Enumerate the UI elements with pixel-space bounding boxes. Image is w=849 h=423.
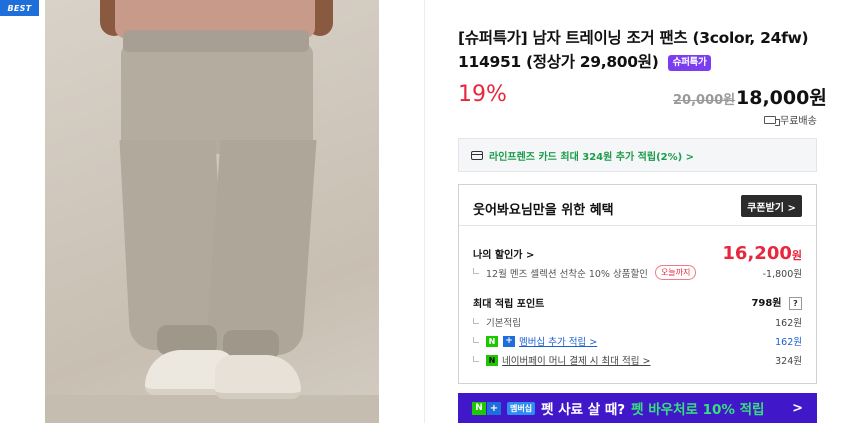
basic-points-label-wrap: 기본적립: [473, 315, 521, 329]
shipping-info: 무료배송: [764, 112, 817, 127]
my-price-unit: 원: [791, 249, 802, 262]
points-value-wrap: 798원 ?: [751, 294, 802, 310]
product-title-text: [슈퍼특가] 남자 트레이닝 조거 팬츠 (3color, 24fw) 1149…: [458, 29, 809, 71]
my-price-value: 16,200원: [722, 243, 802, 264]
banner-text-green: 펫 바우처로 10% 적립: [631, 402, 765, 418]
discount-note: 12월 멘즈 셀렉션 선착순 10% 상품할인 오늘까지: [473, 265, 697, 280]
npay-points-value: 324원: [775, 356, 802, 367]
basic-points-label: 기본적립: [486, 318, 521, 329]
npay-points-label-wrap: N 네이버페이 머니 결제 시 최대 적립 >: [473, 353, 650, 367]
credit-card-icon: [471, 150, 483, 160]
card-promo-text: 라인프렌즈 카드 최대 324원 추가 적립(2%) >: [489, 151, 695, 163]
banner-text-white: 펫 사료 살 때?: [541, 402, 626, 418]
original-price: 20,000원: [673, 93, 736, 108]
help-icon[interactable]: ?: [789, 297, 802, 310]
pet-voucher-banner[interactable]: N + 멤버십 펫 사료 살 때? 펫 바우처로 10% 적립 >: [458, 393, 817, 423]
points-label: 최대 적립 포인트: [473, 298, 545, 310]
super-deal-badge: 슈퍼특가: [667, 55, 712, 71]
discount-note-row: 12월 멘즈 셀렉션 선착순 10% 상품할인 오늘까지 -1,800원: [473, 265, 802, 280]
membership-points-label-wrap: N + 멤버십 추가 적립 >: [473, 334, 597, 348]
discount-note-text: 12월 멘즈 셀렉션 선착순 10% 상품할인: [486, 268, 648, 280]
tree-corner-icon: [473, 336, 479, 343]
pants-body: [121, 44, 313, 154]
benefits-panel: 웃어봐요님만을 위한 혜택 쿠폰받기 > 나의 할인가 > 16,200원 12…: [458, 184, 817, 384]
tree-corner-icon: [473, 355, 479, 362]
shipping-label: 무료배송: [780, 116, 817, 127]
get-coupon-button[interactable]: 쿠폰받기 >: [741, 195, 802, 217]
product-image[interactable]: [45, 0, 379, 423]
npay-points-row: N 네이버페이 머니 결제 시 최대 적립 > 324원: [473, 353, 802, 367]
discount-rate: 19%: [458, 82, 507, 107]
npay-points-link[interactable]: 네이버페이 머니 결제 시 최대 적립 >: [502, 353, 650, 367]
truck-icon: [764, 115, 780, 126]
chevron-right-icon: >: [792, 400, 803, 416]
membership-tag: 멤버십: [507, 401, 536, 415]
product-title: [슈퍼특가] 남자 트레이닝 조거 팬츠 (3color, 24fw) 1149…: [458, 26, 816, 74]
best-badge: BEST: [0, 0, 39, 16]
plus-icon: +: [487, 401, 501, 415]
my-price-row: 나의 할인가 > 16,200원: [473, 243, 802, 264]
naver-n-icon: N: [486, 335, 498, 347]
card-promo-banner[interactable]: 라인프렌즈 카드 최대 324원 추가 적립(2%) >: [458, 138, 817, 172]
basic-points-row: 기본적립 162원: [473, 315, 802, 329]
benefits-heading: 웃어봐요님만을 위한 혜택: [473, 203, 614, 218]
points-value: 798원: [751, 298, 782, 309]
membership-points-value: 162원: [775, 337, 802, 348]
today-only-badge: 오늘까지: [654, 265, 697, 280]
tree-corner-icon: [473, 317, 479, 324]
membership-points-row: N + 멤버십 추가 적립 > 162원: [473, 334, 802, 348]
my-price-label[interactable]: 나의 할인가 >: [473, 246, 534, 261]
pants-leg-right: [205, 140, 317, 355]
naver-n-icon: N: [472, 401, 486, 415]
shoe-right: [215, 355, 301, 399]
tree-corner-icon: [473, 268, 479, 274]
my-price-amount: 16,200: [722, 243, 792, 264]
pants-waistband: [123, 30, 309, 52]
membership-points-link[interactable]: 멤버십 추가 적립 >: [519, 334, 597, 348]
benefits-divider: [459, 225, 816, 226]
panel-divider: [424, 0, 425, 423]
floor: [45, 395, 379, 423]
basic-points-value: 162원: [775, 318, 802, 329]
discount-amount: -1,800원: [762, 268, 802, 280]
plus-icon: +: [503, 335, 515, 347]
sale-price: 18,000원: [736, 87, 827, 109]
product-detail-page: BEST [슈퍼특가] 남자 트레이닝 조거 팬츠 (3color, 24fw)…: [0, 0, 849, 423]
naver-pay-icon: N: [486, 354, 498, 366]
points-row: 최대 적립 포인트 798원 ?: [473, 294, 802, 310]
